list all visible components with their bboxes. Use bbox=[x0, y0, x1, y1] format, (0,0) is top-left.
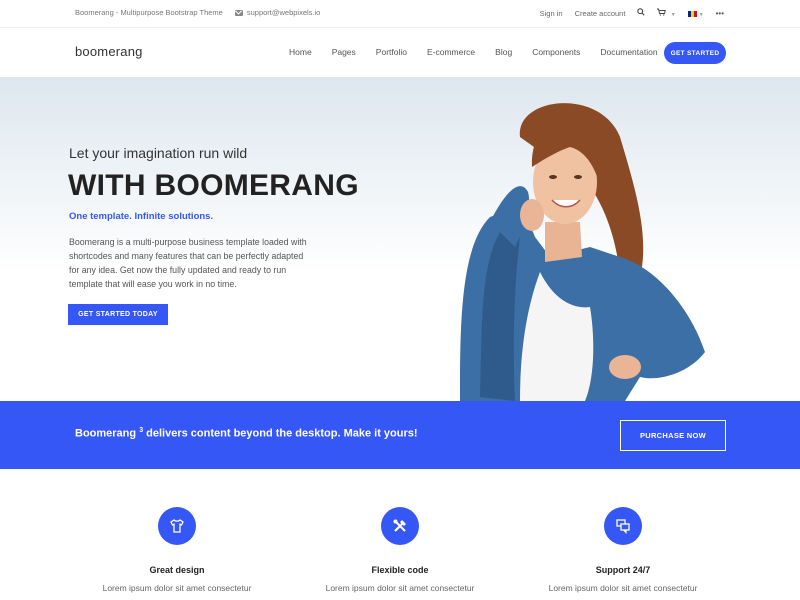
cta-banner: Boomerang 3 delivers content beyond the … bbox=[0, 401, 800, 469]
support-email-link[interactable]: support@webpixels.io bbox=[247, 8, 320, 17]
feature-text: Lorem ipsum dolor sit amet consectetur bbox=[102, 583, 252, 593]
hero-section: Let your imagination run wild WITH BOOME… bbox=[0, 77, 800, 401]
nav-item-home[interactable]: Home bbox=[289, 47, 312, 57]
feature-title: Great design bbox=[149, 565, 205, 575]
banner-text-end: delivers content beyond the desktop. Mak… bbox=[143, 427, 418, 440]
nav-menu: Home Pages Portfolio E-commerce Blog Com… bbox=[289, 47, 678, 57]
feature-flexible-code: Flexible code Lorem ipsum dolor sit amet… bbox=[300, 507, 500, 593]
feature-title: Support 24/7 bbox=[595, 565, 651, 575]
theme-name: Boomerang - Multipurpose Bootstrap Theme bbox=[75, 8, 223, 17]
nav-item-blog[interactable]: Blog bbox=[495, 47, 512, 57]
nav-item-pages[interactable]: Pages bbox=[332, 47, 356, 57]
feature-text: Lorem ipsum dolor sit amet consectetur bbox=[548, 583, 698, 593]
envelope-icon bbox=[234, 9, 243, 16]
top-bar: Boomerang - Multipurpose Bootstrap Theme… bbox=[0, 0, 800, 28]
banner-text-start: Boomerang bbox=[75, 427, 140, 440]
get-started-today-button[interactable]: GET STARTED TODAY bbox=[68, 304, 168, 325]
nav-item-ecommerce[interactable]: E-commerce bbox=[427, 47, 475, 57]
brand-logo[interactable]: boomerang bbox=[75, 44, 143, 59]
tools-icon bbox=[381, 507, 419, 545]
hero-description: Boomerang is a multi-purpose business te… bbox=[69, 237, 307, 289]
chat-icon bbox=[604, 507, 642, 545]
cart-icon[interactable]: ▼ bbox=[657, 8, 676, 18]
nav-item-portfolio[interactable]: Portfolio bbox=[376, 47, 407, 57]
purchase-now-button[interactable]: PURCHASE NOW bbox=[620, 420, 726, 451]
get-started-button[interactable]: GET STARTED bbox=[664, 42, 726, 64]
hero-subtitle: Let your imagination run wild bbox=[69, 145, 248, 161]
banner-text: Boomerang 3 delivers content beyond the … bbox=[75, 427, 418, 440]
tshirt-icon bbox=[158, 507, 196, 545]
top-bar-right: Sign in Create account ▼ ▼ ••• bbox=[540, 8, 724, 18]
feature-title: Flexible code bbox=[371, 565, 429, 575]
hero-woman-photo bbox=[460, 103, 705, 401]
features-section: Great design Lorem ipsum dolor sit amet … bbox=[0, 469, 800, 600]
search-icon[interactable] bbox=[637, 8, 646, 18]
feature-support: Support 24/7 Lorem ipsum dolor sit amet … bbox=[523, 507, 723, 593]
feature-great-design: Great design Lorem ipsum dolor sit amet … bbox=[77, 507, 277, 593]
nav-item-components[interactable]: Components bbox=[532, 47, 580, 57]
language-flag-icon[interactable]: ▼ bbox=[687, 9, 704, 18]
top-bar-left: Boomerang - Multipurpose Bootstrap Theme… bbox=[75, 8, 320, 17]
create-account-link[interactable]: Create account bbox=[575, 9, 626, 18]
hero-tagline: One template. Infinite solutions. bbox=[69, 211, 214, 222]
feature-text: Lorem ipsum dolor sit amet consectetur bbox=[325, 583, 475, 593]
more-icon[interactable]: ••• bbox=[716, 9, 724, 18]
sign-in-link[interactable]: Sign in bbox=[540, 9, 563, 18]
hero-title: WITH BOOMERANG bbox=[68, 169, 359, 202]
nav-item-documentation[interactable]: Documentation bbox=[600, 47, 657, 57]
main-navbar: boomerang Home Pages Portfolio E-commerc… bbox=[0, 29, 800, 77]
